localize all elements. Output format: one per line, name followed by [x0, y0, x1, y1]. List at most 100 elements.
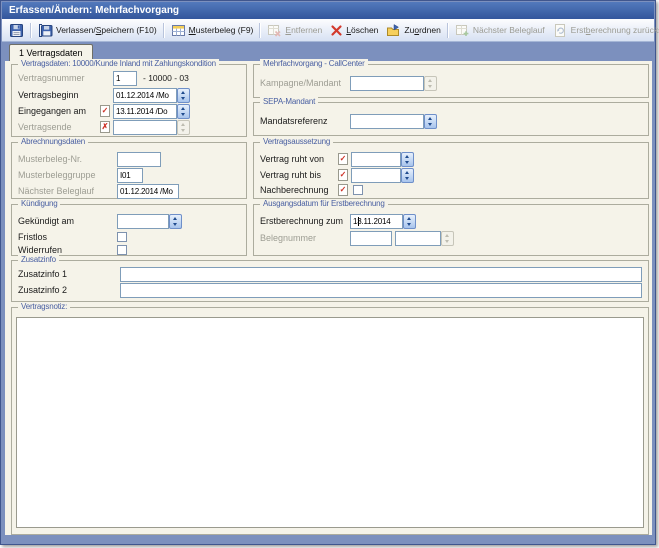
field-label-vertragsende: Vertragsende: [18, 120, 72, 135]
eingegangen-am-input[interactable]: [113, 104, 177, 119]
app-window: Erfassen/Ändern: Mehrfachvorgang Verlass…: [0, 0, 656, 545]
toolbar-separator: [30, 23, 32, 38]
field-label-nachberechnung: Nachberechnung: [260, 183, 329, 198]
toolbar-button-label: Nächster Beleglauf: [473, 25, 545, 35]
field-label-zusatzinfo-2: Zusatzinfo 2: [18, 283, 67, 298]
remove-icon: [267, 23, 282, 38]
group-callcenter: Mehrfachvorgang - CallCenter Kampagne/Ma…: [253, 64, 649, 98]
vertrag-ruht-von-check-icon[interactable]: ✓: [338, 153, 348, 165]
widerrufen-checkbox[interactable]: [117, 245, 127, 255]
vertragsende-spinner[interactable]: [177, 120, 190, 135]
toolbar-button-erstberechnung-zuruecksetzen[interactable]: Erstberechnung zurücksetzen: [549, 21, 659, 40]
eingegangen-am-spinner[interactable]: [177, 104, 190, 119]
group-title: Vertragsaussetzung: [260, 137, 333, 146]
vertrag-ruht-von-spinner[interactable]: [401, 152, 414, 167]
group-zusatzinfo: Zusatzinfo Zusatzinfo 1 Zusatzinfo 2: [11, 260, 649, 302]
group-erstberechnung: Ausgangsdatum für Erstberechnung Erstber…: [253, 204, 649, 256]
naechster-beleglauf-input[interactable]: [117, 184, 179, 199]
toolbar-button-zuordnen[interactable]: Zuordnen: [382, 21, 444, 40]
group-sepa-mandant: SEPA-Mandant Mandatsreferenz: [253, 102, 649, 136]
save-icon: [9, 23, 24, 38]
group-title: Zusatzinfo: [18, 255, 59, 264]
toolbar-separator: [163, 23, 165, 38]
field-label-erstberechnung-zum: Erstberechnung zum: [260, 214, 343, 229]
document-table-icon: [171, 23, 186, 38]
toolbar-button-label: Löschen: [346, 25, 378, 35]
field-label-vertrag-ruht-von: Vertrag ruht von: [260, 152, 324, 167]
group-title: Abrechnungsdaten: [18, 137, 88, 146]
delete-x-icon: [330, 24, 343, 37]
vertrag-ruht-von-input[interactable]: [351, 152, 401, 167]
nachberechnung-checkbox[interactable]: [353, 185, 363, 195]
group-title: Vertragsdaten: 10000/Kunde Inland mit Za…: [18, 59, 219, 68]
toolbar-button-label: Erstberechnung zurücksetzen: [571, 25, 659, 35]
group-vertragsnotiz: Vertragsnotiz:: [11, 307, 649, 535]
field-label-naechster-beleglauf: Nächster Beleglauf: [18, 184, 94, 199]
toolbar-separator: [447, 23, 449, 38]
next-document-icon: [455, 23, 470, 38]
field-label-musterbeleggruppe: Musterbeleggruppe: [18, 168, 96, 183]
field-label-kampagne-mandant: Kampagne/Mandant: [260, 76, 341, 91]
gekuendigt-am-input[interactable]: [117, 214, 169, 229]
eingegangen-am-check-icon[interactable]: ✓: [100, 105, 110, 117]
group-title: Kündigung: [18, 199, 60, 208]
toolbar-button-verlassen-speichern[interactable]: Verlassen/Speichern (F10): [34, 21, 161, 40]
window-titlebar: Erfassen/Ändern: Mehrfachvorgang: [2, 2, 654, 19]
vertragsende-input[interactable]: [113, 120, 177, 135]
window-title: Erfassen/Ändern: Mehrfachvorgang: [9, 5, 179, 16]
toolbar-button-label: Zuordnen: [404, 25, 440, 35]
vertragsnummer-input[interactable]: [113, 71, 137, 86]
musterbeleggruppe-input[interactable]: [117, 168, 143, 183]
kampagne-mandant-combo-input[interactable]: [350, 76, 424, 91]
toolbar-button-loeschen[interactable]: Löschen: [326, 21, 382, 40]
toolbar-button-musterbeleg[interactable]: Musterbeleg (F9): [167, 21, 258, 40]
mandatsreferenz-dropdown-button[interactable]: [424, 114, 437, 129]
toolbar-button-label: Musterbeleg (F9): [189, 25, 254, 35]
vertragsbeginn-spinner[interactable]: [177, 88, 190, 103]
toolbar-button-label: Entfernen: [285, 25, 322, 35]
fristlos-checkbox[interactable]: [117, 232, 127, 242]
assign-folder-icon: [386, 23, 401, 38]
field-label-vertragsbeginn: Vertragsbeginn: [18, 88, 79, 103]
vertragsende-cross-icon[interactable]: ✗: [100, 121, 110, 133]
group-title: Ausgangsdatum für Erstberechnung: [260, 199, 388, 208]
toolbar-button-label: Verlassen/Speichern (F10): [56, 25, 157, 35]
field-label-belegnummer: Belegnummer: [260, 231, 316, 246]
gekuendigt-am-spinner[interactable]: [169, 214, 182, 229]
vertrag-ruht-bis-check-icon[interactable]: ✓: [338, 169, 348, 181]
vertrag-ruht-bis-input[interactable]: [351, 168, 401, 183]
field-label-vertrag-ruht-bis: Vertrag ruht bis: [260, 168, 321, 183]
save-exit-icon: [38, 23, 53, 38]
group-vertragsaussetzung: Vertragsaussetzung Vertrag ruht von ✓ Ve…: [253, 142, 649, 199]
vertragsnummer-suffix: - 10000 - 03: [143, 71, 189, 86]
field-label-mandatsreferenz: Mandatsreferenz: [260, 114, 328, 129]
kampagne-mandant-dropdown-button[interactable]: [424, 76, 437, 91]
field-label-musterbeleg-nr: Musterbeleg-Nr.: [18, 152, 82, 167]
vertragsnotiz-textarea[interactable]: [16, 317, 644, 528]
mandatsreferenz-combo-input[interactable]: [350, 114, 424, 129]
erstberechnung-zum-spinner[interactable]: [403, 214, 416, 229]
nachberechnung-check-icon[interactable]: ✓: [338, 184, 348, 196]
field-label-vertragsnummer: Vertragsnummer: [18, 71, 85, 86]
belegnummer-input[interactable]: [350, 231, 392, 246]
group-title: Vertragsnotiz:: [18, 302, 70, 311]
group-kuendigung: Kündigung Gekündigt am Fristlos Widerruf…: [11, 204, 247, 256]
group-vertragsdaten: Vertragsdaten: 10000/Kunde Inland mit Za…: [11, 64, 247, 137]
vertrag-ruht-bis-spinner[interactable]: [401, 168, 414, 183]
group-title: SEPA-Mandant: [260, 97, 318, 106]
musterbeleg-nr-input[interactable]: [117, 152, 161, 167]
reset-calculation-icon: [553, 23, 568, 38]
vertragsbeginn-input[interactable]: [113, 88, 177, 103]
toolbar: Verlassen/Speichern (F10) Musterbeleg (F…: [2, 19, 654, 42]
toolbar-button-entfernen[interactable]: Entfernen: [263, 21, 326, 40]
text-caret: [358, 217, 359, 226]
belegnummer-combo-input[interactable]: [395, 231, 441, 246]
toolbar-button-save[interactable]: [5, 21, 28, 40]
zusatzinfo-1-input[interactable]: [120, 267, 642, 282]
toolbar-separator: [259, 23, 261, 38]
group-abrechnungsdaten: Abrechnungsdaten Musterbeleg-Nr. Musterb…: [11, 142, 247, 199]
toolbar-button-naechster-beleglauf[interactable]: Nächster Beleglauf: [451, 21, 549, 40]
zusatzinfo-2-input[interactable]: [120, 283, 642, 298]
field-label-zusatzinfo-1: Zusatzinfo 1: [18, 267, 67, 282]
belegnummer-dropdown-button[interactable]: [441, 231, 454, 246]
